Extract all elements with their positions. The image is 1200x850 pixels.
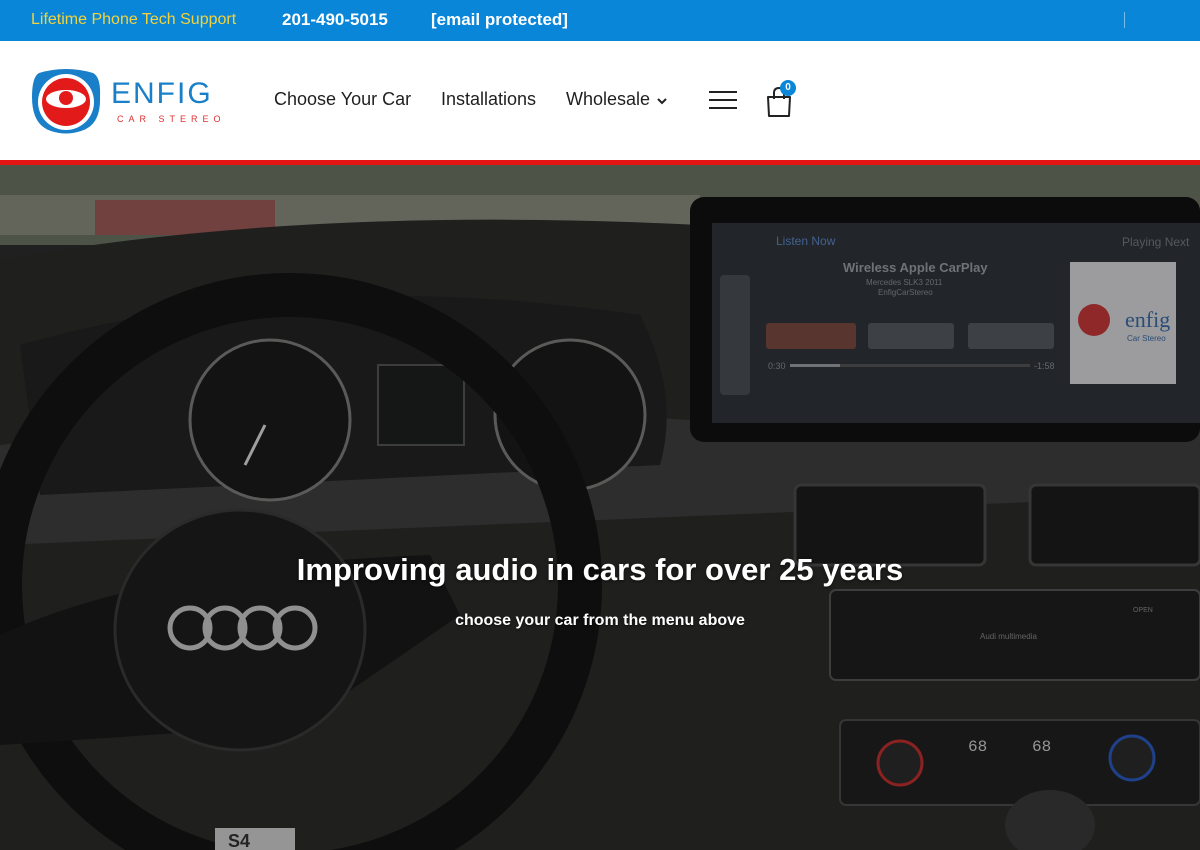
hero-overlay — [0, 165, 1200, 850]
logo-wordmark: ENFIG — [111, 77, 213, 110]
hero-subtitle: choose your car from the menu above — [455, 612, 745, 629]
cart-count-badge: 0 — [780, 80, 796, 96]
nav-choose-your-car[interactable]: Choose Your Car — [274, 89, 411, 110]
nav-wholesale[interactable]: Wholesale — [566, 89, 650, 110]
phone-link[interactable]: 201-490-5015 — [282, 10, 388, 30]
site-logo[interactable]: ENFIG CAR STEREO — [31, 67, 236, 137]
hero-banner: enfig Car Stereo Listen Now Playing Next… — [0, 165, 1200, 850]
logo-tagline: CAR STEREO — [117, 114, 226, 124]
hero-title: Improving audio in cars for over 25 year… — [296, 552, 904, 587]
site-header: ENFIG CAR STEREO Choose Your Car Install… — [0, 41, 1200, 161]
support-text: Lifetime Phone Tech Support — [31, 11, 237, 28]
nav-installations[interactable]: Installations — [441, 89, 536, 110]
top-bar: Lifetime Phone Tech Support 201-490-5015… — [0, 0, 1200, 41]
email-link[interactable]: [email protected] — [431, 10, 568, 30]
menu-toggle-icon[interactable] — [709, 91, 737, 109]
logo-eye-icon — [32, 69, 101, 134]
topbar-divider — [1124, 12, 1125, 28]
chevron-down-icon[interactable] — [655, 96, 669, 106]
